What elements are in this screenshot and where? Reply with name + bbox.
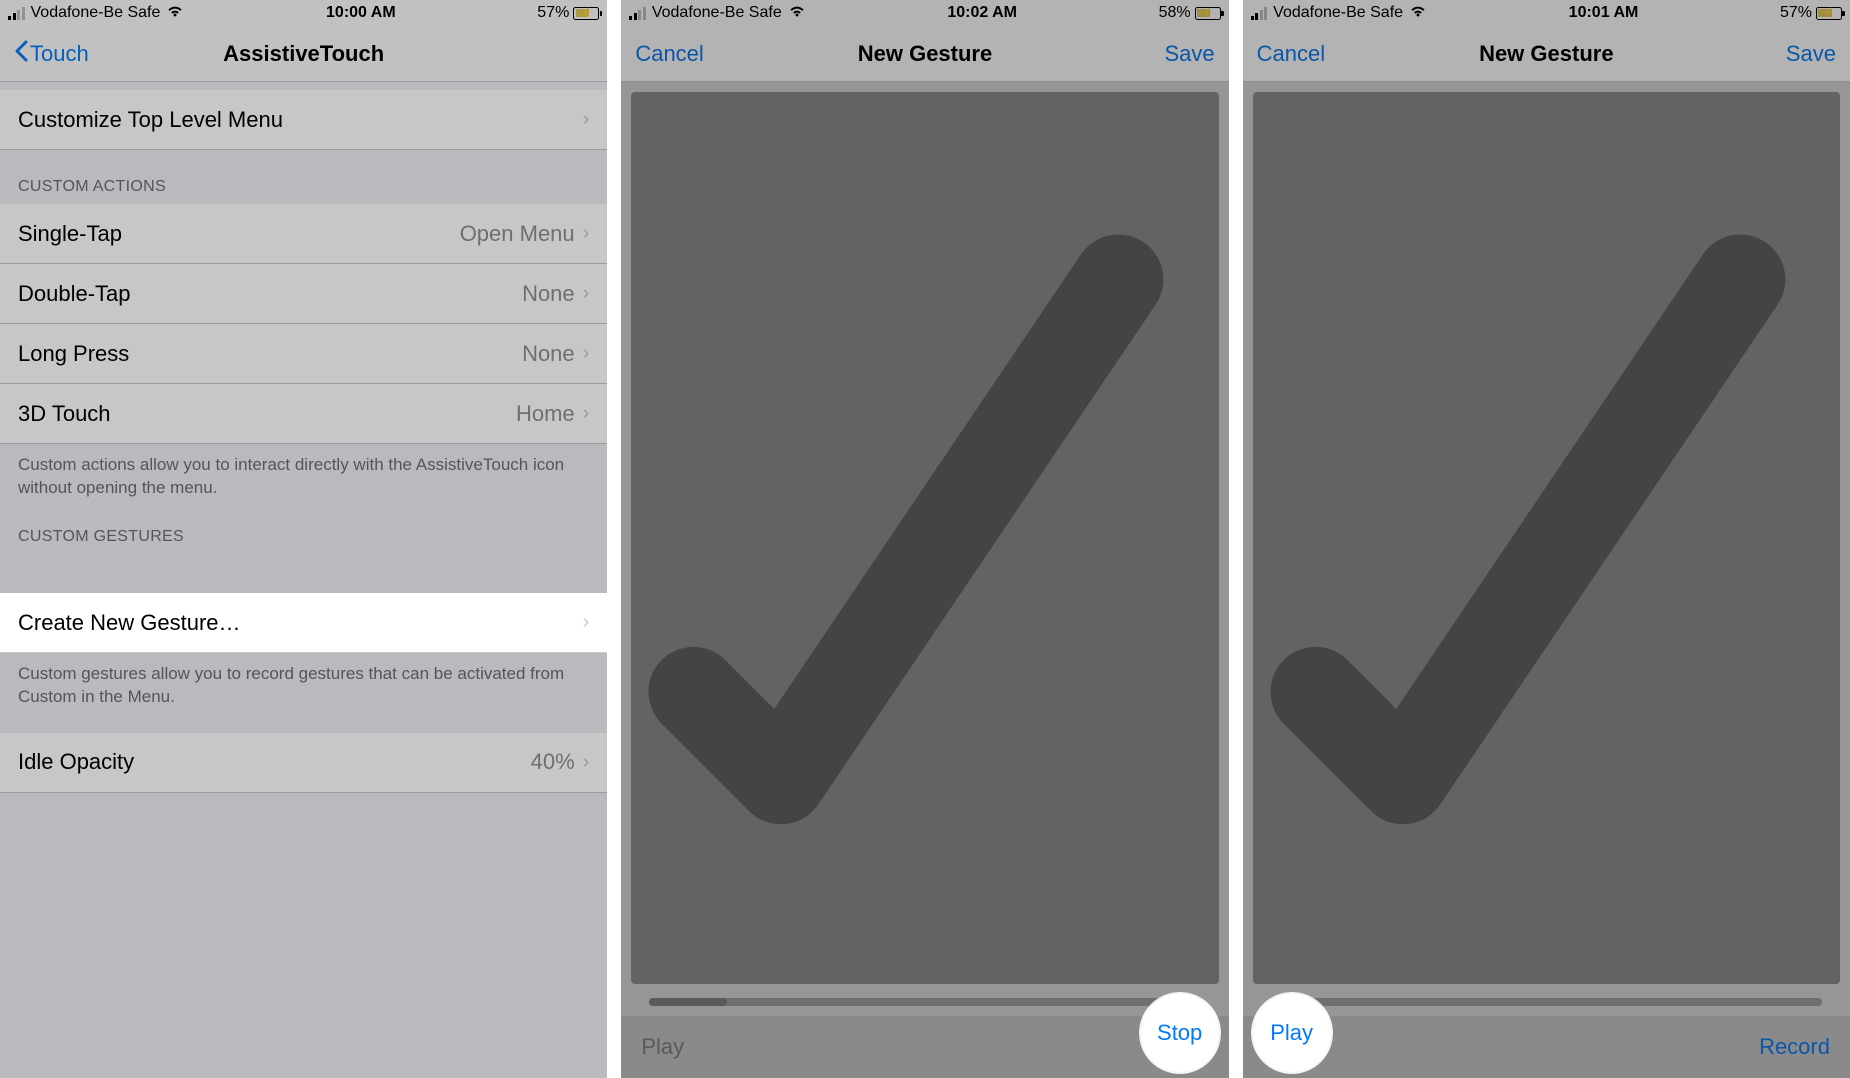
nav-title: New Gesture — [725, 41, 1124, 67]
battery-icon: ⚡ — [573, 7, 599, 20]
phone-panel-1: Vodafone-Be Safe 10:00 AM 57% ⚡ — [0, 0, 607, 1078]
gesture-draw-area[interactable] — [1253, 92, 1840, 984]
row-long-press[interactable]: Long Press None › — [0, 324, 607, 384]
row-double-tap[interactable]: Double-Tap None › — [0, 264, 607, 324]
row-value: None — [522, 281, 575, 307]
recorder-toolbar: Play Stop — [621, 1016, 1228, 1078]
phone-panel-3: Vodafone-Be Safe 10:01 AM 57% ⚡ Cancel N… — [1243, 0, 1850, 1078]
highlight-play-button[interactable]: Play — [1253, 994, 1331, 1072]
battery-pct: 57% — [1780, 4, 1812, 22]
row-label: Customize Top Level Menu — [18, 107, 283, 133]
row-create-new-gesture[interactable]: Create New Gesture… › — [0, 593, 607, 653]
row-label: Idle Opacity — [18, 749, 134, 775]
status-bar: Vodafone-Be Safe 10:02 AM 58% ⚡ — [621, 0, 1228, 26]
row-label: Long Press — [18, 341, 129, 367]
carrier-label: Vodafone-Be Safe — [1273, 4, 1403, 22]
status-bar: Vodafone-Be Safe 10:00 AM 57% ⚡ — [0, 0, 607, 26]
record-button[interactable]: Record — [1759, 1034, 1830, 1060]
wifi-icon — [1409, 4, 1427, 22]
save-button[interactable]: Save — [1165, 41, 1215, 67]
gesture-draw-area[interactable] — [631, 92, 1218, 984]
nav-bar: Cancel New Gesture Save — [621, 26, 1228, 82]
signal-icon — [1251, 7, 1268, 20]
gesture-progress — [1271, 998, 1822, 1006]
signal-icon — [8, 7, 25, 20]
phone-panel-2: Vodafone-Be Safe 10:02 AM 58% ⚡ Cancel N… — [621, 0, 1228, 1078]
nav-title: New Gesture — [1347, 41, 1746, 67]
status-time: 10:01 AM — [1569, 4, 1639, 22]
gesture-recorder: Play Record — [1243, 82, 1850, 1078]
highlight-label: Stop — [1157, 1020, 1202, 1046]
chevron-right-icon: › — [583, 402, 590, 425]
row-value: None — [522, 341, 575, 367]
chevron-right-icon: › — [583, 611, 590, 634]
nav-bar: Cancel New Gesture Save — [1243, 26, 1850, 82]
highlight-stop-button[interactable]: Stop — [1141, 994, 1219, 1072]
play-button[interactable]: Play — [641, 1034, 684, 1060]
section-header-actions: CUSTOM ACTIONS — [0, 150, 607, 204]
chevron-right-icon: › — [583, 342, 590, 365]
chevron-right-icon: › — [583, 108, 590, 131]
status-bar: Vodafone-Be Safe 10:01 AM 57% ⚡ — [1243, 0, 1850, 26]
gesture-stroke-icon — [1253, 92, 1840, 892]
status-time: 10:02 AM — [947, 4, 1017, 22]
gesture-progress — [649, 998, 1200, 1006]
back-label: Touch — [30, 41, 89, 67]
cancel-button[interactable]: Cancel — [635, 41, 703, 67]
row-customize-top-level[interactable]: Customize Top Level Menu › — [0, 90, 607, 150]
battery-icon: ⚡ — [1195, 7, 1221, 20]
signal-icon — [629, 7, 646, 20]
battery-icon: ⚡ — [1816, 7, 1842, 20]
row-value: 40% — [531, 749, 575, 775]
row-value: Open Menu — [460, 221, 575, 247]
settings-list: Customize Top Level Menu › CUSTOM ACTION… — [0, 82, 607, 1078]
wifi-icon — [166, 4, 184, 22]
row-label: Double-Tap — [18, 281, 131, 307]
chevron-right-icon: › — [583, 222, 590, 245]
chevron-right-icon: › — [583, 751, 590, 774]
carrier-label: Vodafone-Be Safe — [652, 4, 782, 22]
row-label: Create New Gesture… — [18, 610, 241, 636]
row-idle-opacity[interactable]: Idle Opacity 40% › — [0, 733, 607, 793]
nav-title: AssistiveTouch — [104, 41, 503, 67]
back-button[interactable]: Touch — [14, 40, 89, 68]
gesture-stroke-icon — [631, 92, 1218, 892]
section-header-gestures: CUSTOM GESTURES — [0, 500, 607, 554]
section-footer-gestures: Custom gestures allow you to record gest… — [0, 653, 607, 709]
battery-pct: 58% — [1159, 4, 1191, 22]
cancel-button[interactable]: Cancel — [1257, 41, 1325, 67]
wifi-icon — [788, 4, 806, 22]
row-3d-touch[interactable]: 3D Touch Home › — [0, 384, 607, 444]
highlight-label: Play — [1270, 1020, 1313, 1046]
row-label: Single-Tap — [18, 221, 122, 247]
row-label: 3D Touch — [18, 401, 111, 427]
recorder-toolbar: Play Record — [1243, 1016, 1850, 1078]
row-value: Home — [516, 401, 575, 427]
save-button[interactable]: Save — [1786, 41, 1836, 67]
chevron-left-icon — [14, 40, 28, 68]
section-footer-actions: Custom actions allow you to interact dir… — [0, 444, 607, 500]
chevron-right-icon: › — [583, 282, 590, 305]
gesture-recorder: Play Stop — [621, 82, 1228, 1078]
nav-bar: Touch AssistiveTouch — [0, 26, 607, 82]
carrier-label: Vodafone-Be Safe — [31, 4, 161, 22]
battery-pct: 57% — [537, 4, 569, 22]
row-single-tap[interactable]: Single-Tap Open Menu › — [0, 204, 607, 264]
status-time: 10:00 AM — [326, 4, 396, 22]
